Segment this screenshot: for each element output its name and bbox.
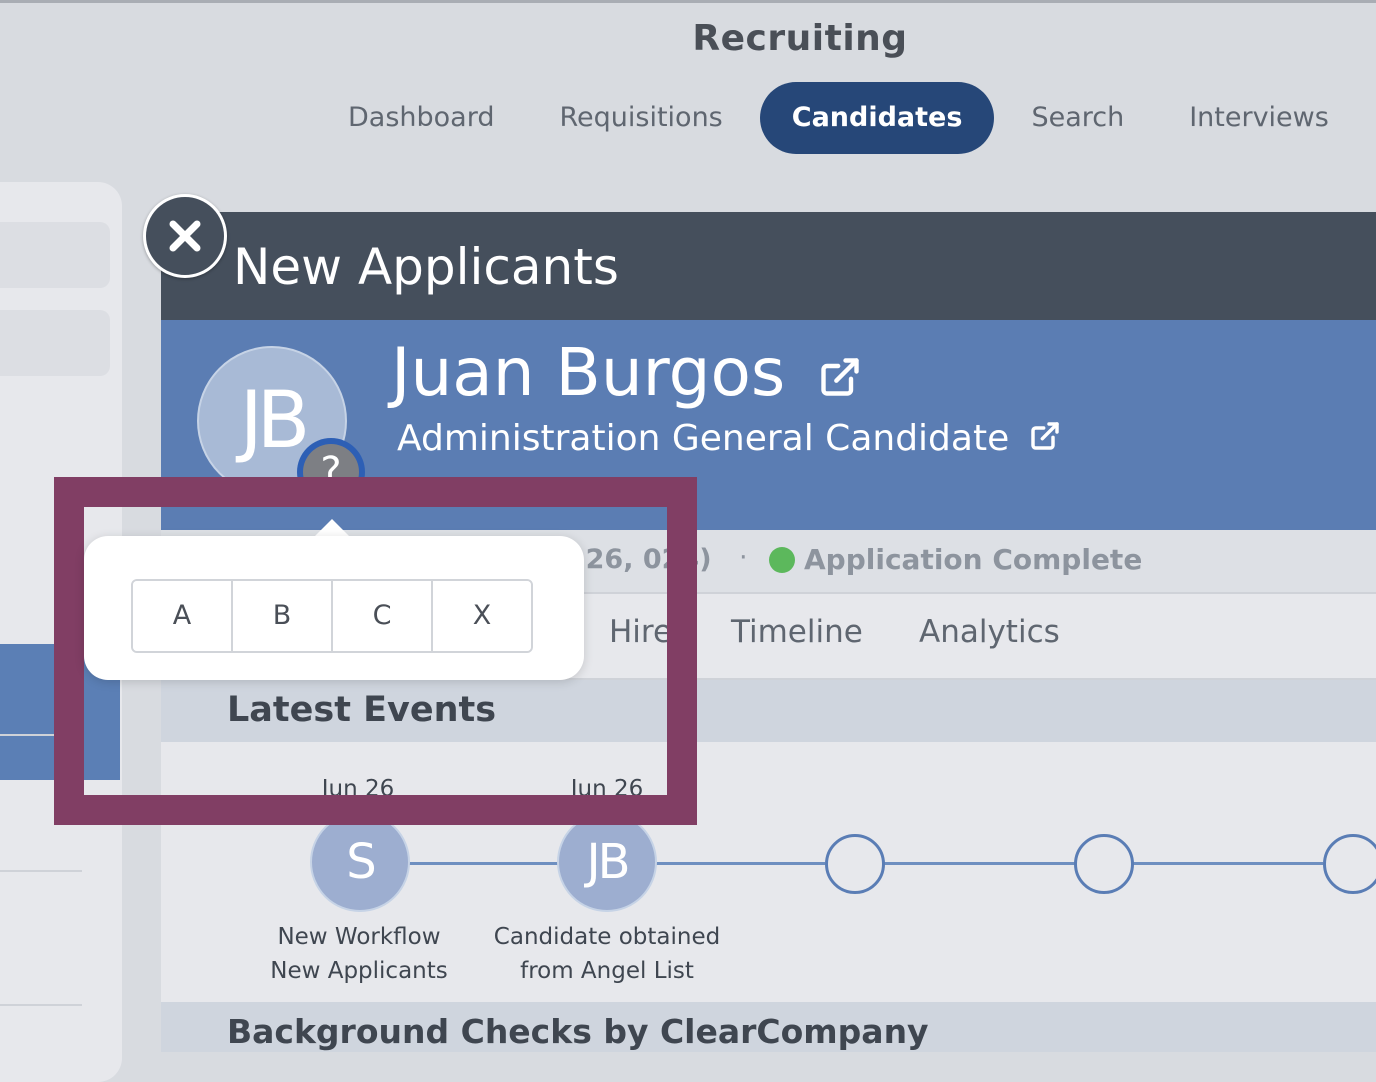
grade-option-c[interactable]: C <box>333 581 433 651</box>
latest-events-title: Latest Events <box>227 690 497 730</box>
timeline-placeholder-node <box>1074 834 1134 894</box>
event-date: Jun 26 <box>321 776 395 802</box>
nav-tab-search[interactable]: Search <box>1003 82 1152 154</box>
background-checks-title: Background Checks by ClearCompany <box>227 1012 929 1051</box>
divider <box>0 734 82 736</box>
status-dot-icon <box>769 547 795 573</box>
nav-tab-interviews[interactable]: Interviews <box>1161 82 1357 154</box>
event-avatar[interactable]: JB <box>557 812 657 912</box>
tab-hire[interactable]: Hire <box>609 614 672 650</box>
event-label: Candidate obtained from Angel List <box>493 924 721 984</box>
modal-title: New Applicants <box>233 238 619 296</box>
background-list-row[interactable] <box>0 310 110 376</box>
event-label: New Workflow New Applicants <box>270 924 448 984</box>
divider <box>0 870 82 872</box>
grade-option-x[interactable]: X <box>433 581 531 651</box>
nav-tab-dashboard[interactable]: Dashboard <box>320 82 522 154</box>
grade-popover: A B C X <box>84 536 584 680</box>
timeline-connector <box>655 862 825 865</box>
background-checks-header: Background Checks by ClearCompany <box>161 1002 1376 1052</box>
external-link-icon[interactable] <box>1029 420 1061 461</box>
grade-option-b[interactable]: B <box>233 581 333 651</box>
timeline-placeholder-node <box>825 834 885 894</box>
candidate-name[interactable]: Juan Burgos <box>391 334 785 411</box>
latest-events-header: Latest Events <box>161 680 1376 742</box>
modal-header: New Applicants <box>161 212 1376 320</box>
main-nav: Dashboard Requisitions Candidates Search… <box>320 82 1366 154</box>
application-status: Application Complete <box>804 543 1143 576</box>
tab-timeline[interactable]: Timeline <box>731 614 863 650</box>
status-separator: · <box>739 542 748 573</box>
app-title: Recruiting <box>692 18 908 59</box>
divider <box>0 1004 82 1006</box>
nav-tab-candidates[interactable]: Candidates <box>759 82 995 154</box>
requisition-row: Administration General Candidate <box>397 418 1061 461</box>
external-link-icon[interactable] <box>818 338 862 415</box>
timeline-connector <box>406 862 566 865</box>
popover-arrow <box>314 519 350 537</box>
grade-badge[interactable]: ? <box>297 438 365 506</box>
candidate-name-row: Juan Burgos <box>391 334 862 415</box>
nav-tab-requisitions[interactable]: Requisitions <box>531 82 750 154</box>
event-date: Jun 26 <box>570 776 644 802</box>
background-list-row[interactable] <box>0 222 110 288</box>
grade-option-a[interactable]: A <box>133 581 233 651</box>
requisition-name[interactable]: Administration General Candidate <box>397 418 1009 459</box>
candidate-header: JB ? Juan Burgos Administration General … <box>161 320 1376 530</box>
timeline-placeholder-node <box>1323 834 1376 894</box>
grade-badge-value: ? <box>303 444 359 500</box>
timeline-connector <box>1131 862 1323 865</box>
event-avatar[interactable]: S <box>310 812 410 912</box>
grade-segmented-control: A B C X <box>131 579 533 653</box>
timeline-connector <box>883 862 1075 865</box>
close-modal-button[interactable] <box>143 194 227 278</box>
tab-analytics[interactable]: Analytics <box>919 614 1060 650</box>
top-border <box>0 0 1376 3</box>
close-icon <box>169 220 201 252</box>
